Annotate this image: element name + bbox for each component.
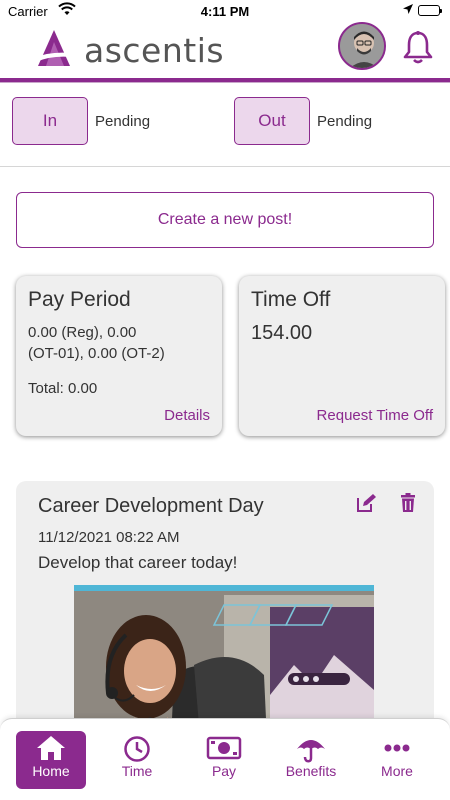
location-icon (402, 3, 414, 18)
pay-period-details-link[interactable]: Details (164, 407, 210, 424)
pay-period-title: Pay Period (28, 288, 131, 311)
tab-time-label: Time (121, 763, 153, 779)
tab-pay-label: Pay (211, 763, 237, 779)
create-post-button[interactable]: Create a new post! (16, 192, 434, 248)
user-avatar[interactable] (338, 22, 386, 70)
battery-icon (418, 5, 442, 16)
home-icon (16, 731, 86, 763)
post-date: 11/12/2021 08:22 AM (38, 529, 180, 546)
time-off-balance: 154.00 (251, 322, 313, 344)
pay-period-line2: (OT-01), 0.00 (OT-2) (28, 345, 165, 362)
request-time-off-link[interactable]: Request Time Off (317, 407, 433, 424)
clock-row: In Pending Out Pending (0, 83, 450, 167)
tab-pay[interactable]: Pay (189, 731, 259, 789)
post-text: Develop that career today! (38, 553, 238, 572)
umbrella-icon (276, 731, 346, 763)
clock-in-button[interactable]: In (12, 97, 88, 145)
pay-period-total: Total: 0.00 (28, 380, 98, 397)
bell-icon[interactable] (402, 30, 434, 69)
tab-benefits[interactable]: Benefits (276, 731, 346, 789)
pay-period-hours: 0.00 (Reg), 0.00 (OT-01), 0.00 (OT-2) (28, 322, 165, 364)
pencil-icon[interactable] (356, 493, 378, 518)
pay-period-card: Pay Period 0.00 (Reg), 0.00 (OT-01), 0.0… (16, 276, 222, 436)
tab-time[interactable]: Time (102, 731, 172, 789)
time-off-title: Time Off (251, 288, 331, 311)
clock-out-status: Pending (317, 113, 373, 130)
clock-out-button[interactable]: Out (234, 97, 310, 145)
money-icon (189, 731, 259, 763)
tab-benefits-label: Benefits (285, 763, 337, 779)
bottom-tab-bar: Home Time Pay Benefits More (0, 718, 450, 800)
clock-in-status: Pending (95, 113, 151, 130)
clock-time: 4:11 PM (200, 4, 250, 19)
tab-more-label: More (381, 763, 413, 779)
more-icon (362, 731, 432, 763)
tab-home-label: Home (32, 763, 70, 779)
pay-period-line1: 0.00 (Reg), 0.00 (28, 324, 137, 341)
ascentis-logo: ascentis (34, 28, 224, 73)
post-title: Career Development Day (38, 495, 264, 517)
logo-text: ascentis (84, 31, 225, 70)
ascentis-logo-icon (34, 28, 80, 73)
tab-home[interactable]: Home (16, 731, 86, 789)
time-off-card: Time Off 154.00 Request Time Off (239, 276, 445, 436)
tab-more[interactable]: More (362, 731, 432, 789)
clock-icon (102, 731, 172, 763)
status-bar: Carrier 4:11 PM (0, 0, 450, 22)
trash-icon[interactable] (400, 493, 416, 518)
app-header: ascentis (0, 22, 450, 78)
